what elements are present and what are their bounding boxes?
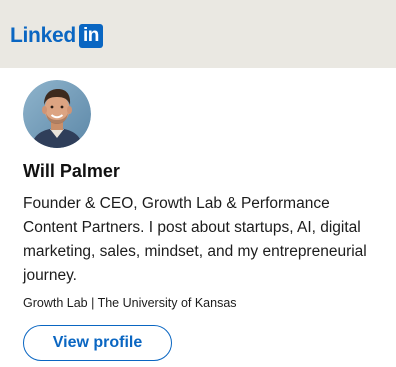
profile-photo — [23, 80, 91, 148]
linkedin-logo-icon[interactable]: Linked in — [10, 22, 103, 50]
profile-headline: Founder & CEO, Growth Lab & Performance … — [23, 195, 367, 284]
profile-name[interactable]: Will Palmer — [23, 159, 120, 183]
view-profile-button[interactable]: View profile — [23, 325, 172, 361]
logo-in-box: in — [78, 24, 103, 48]
card-header: Linked in — [0, 0, 396, 68]
profile-card: Linked in Will Palmer Founder & CEO, Gro… — [0, 0, 396, 367]
logo-wordmark: Linked — [10, 24, 76, 47]
avatar[interactable] — [23, 80, 91, 148]
card-body: Will Palmer Founder & CEO, Growth Lab & … — [0, 68, 396, 367]
profile-company: Growth Lab | The University of Kansas — [23, 296, 237, 310]
